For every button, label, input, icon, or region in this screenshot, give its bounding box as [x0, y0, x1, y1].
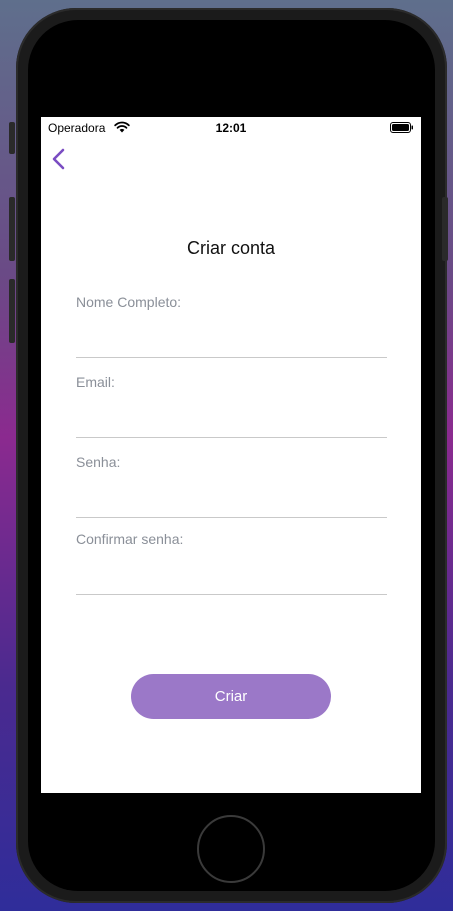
confirm-password-field-group: Confirmar senha:	[76, 531, 387, 595]
email-label: Email:	[76, 374, 115, 390]
full-name-input[interactable]	[76, 331, 387, 358]
back-button[interactable]	[49, 147, 69, 171]
volume-up-button	[9, 197, 15, 261]
page-title: Criar conta	[186, 238, 276, 258]
power-button	[442, 197, 448, 261]
confirm-password-label: Confirmar senha:	[76, 531, 184, 547]
chevron-left-icon	[52, 148, 65, 170]
status-time: 12:01	[215, 121, 247, 135]
email-field-group: Email:	[76, 374, 387, 438]
battery-icon	[390, 122, 413, 133]
full-name-field-group: Nome Completo:	[76, 294, 387, 358]
home-button[interactable]	[197, 815, 265, 883]
password-label: Senha:	[76, 454, 121, 470]
app-screen: Operadora 12:01 Criar conta Nome Complet…	[41, 117, 421, 793]
mute-switch	[9, 122, 15, 154]
volume-down-button	[9, 279, 15, 343]
confirm-password-input[interactable]	[76, 568, 387, 595]
create-account-button[interactable]: Criar	[131, 674, 331, 719]
password-field-group: Senha:	[76, 454, 387, 518]
password-input[interactable]	[76, 491, 387, 518]
status-bar: Operadora 12:01	[41, 117, 421, 137]
full-name-label: Nome Completo:	[76, 294, 182, 310]
email-input[interactable]	[76, 411, 387, 438]
